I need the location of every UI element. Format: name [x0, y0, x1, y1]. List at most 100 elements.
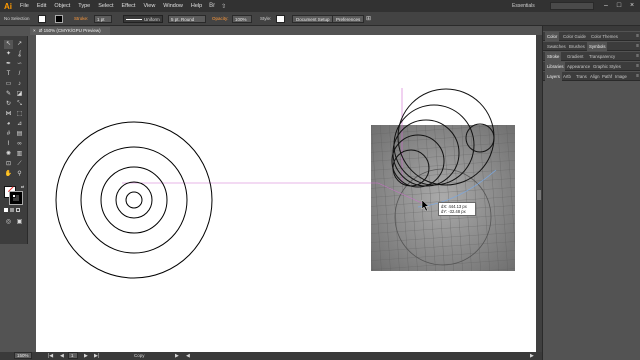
pen-tool-icon[interactable]: ✒: [4, 60, 13, 69]
minimize-icon[interactable]: –: [600, 1, 612, 11]
tab-image-trace[interactable]: Image: [613, 72, 629, 81]
menu-effect[interactable]: Effect: [118, 3, 140, 9]
prev-artboard-icon[interactable]: ◀: [60, 352, 64, 360]
maximize-icon[interactable]: □: [613, 1, 625, 11]
menu-edit[interactable]: Edit: [33, 3, 50, 9]
eraser-tool-icon[interactable]: ◪: [15, 90, 24, 99]
scale-tool-icon[interactable]: ⤡: [15, 100, 24, 109]
artboard-tool-icon[interactable]: ⊡: [4, 160, 13, 169]
document-tab[interactable]: × Ø 150% (CMYK/GPU Preview): [30, 27, 110, 35]
status-menu-icon[interactable]: ▶: [175, 352, 179, 360]
none-mode-icon[interactable]: [16, 208, 20, 212]
tab-libraries[interactable]: Libraries: [545, 62, 566, 71]
panel-menu-icon[interactable]: ≡: [636, 62, 639, 71]
tab-stroke[interactable]: Stroke: [545, 52, 562, 61]
search-input[interactable]: [550, 2, 594, 10]
mesh-tool-icon[interactable]: #: [4, 130, 13, 139]
menu-select[interactable]: Select: [94, 3, 117, 9]
rotate-tool-icon[interactable]: ↻: [4, 100, 13, 109]
circle-small[interactable]: [115, 181, 153, 219]
hand-tool-icon[interactable]: ✋: [4, 170, 13, 179]
tab-transparency[interactable]: Transparency: [587, 52, 617, 61]
line-tool-icon[interactable]: /: [15, 70, 24, 79]
tab-color-guide[interactable]: Color Guide: [561, 32, 588, 41]
brush-definition[interactable]: 5 pt. Round: [168, 15, 206, 23]
close-icon[interactable]: ×: [626, 1, 638, 11]
stroke-swatch[interactable]: [55, 15, 63, 23]
arrange-icon[interactable]: ⊞: [366, 15, 371, 23]
circle-medium[interactable]: [100, 166, 168, 234]
perspective-grid-tool-icon[interactable]: ⊿: [15, 120, 24, 129]
tab-color[interactable]: Color: [545, 32, 560, 41]
lasso-tool-icon[interactable]: ʆ: [15, 50, 24, 59]
blend-tool-icon[interactable]: ∞: [15, 140, 24, 149]
menu-type[interactable]: Type: [74, 3, 94, 9]
rectangle-tool-icon[interactable]: ▭: [4, 80, 13, 89]
bridge-icon[interactable]: Br: [209, 3, 215, 9]
hscroll-right-icon[interactable]: ▶: [530, 352, 534, 360]
tab-pathfinder[interactable]: Pathf: [600, 72, 614, 81]
variable-width-profile[interactable]: Uniform: [123, 15, 163, 23]
tab-close-icon[interactable]: ×: [33, 28, 36, 33]
next-artboard-icon[interactable]: ▶: [84, 352, 88, 360]
opacity-field[interactable]: 100%: [232, 15, 252, 23]
tab-transform[interactable]: Trans: [574, 72, 589, 81]
stroke-color-icon[interactable]: [9, 191, 23, 205]
draw-mode-icon[interactable]: ◎: [4, 218, 13, 227]
menu-help[interactable]: Help: [187, 3, 206, 9]
menu-object[interactable]: Object: [50, 3, 74, 9]
menu-view[interactable]: View: [139, 3, 159, 9]
curvature-tool-icon[interactable]: ∽: [15, 60, 24, 69]
panel-menu-icon[interactable]: ≡: [636, 42, 639, 51]
last-artboard-icon[interactable]: ▶|: [94, 352, 99, 360]
column-graph-tool-icon[interactable]: ▥: [15, 150, 24, 159]
zoom-field[interactable]: 150%: [14, 352, 32, 359]
stroke-label[interactable]: Stroke:: [74, 15, 88, 23]
status-mode-label[interactable]: Copy: [134, 352, 145, 360]
symbol-sprayer-tool-icon[interactable]: ✺: [4, 150, 13, 159]
tab-gradient[interactable]: Gradient: [565, 52, 585, 61]
document-setup-button[interactable]: Document Setup: [292, 15, 334, 23]
tab-symbols[interactable]: Symbols: [587, 42, 608, 51]
shaper-tool-icon[interactable]: ✎: [4, 90, 13, 99]
workspace-switcher[interactable]: Essentials: [512, 3, 535, 9]
tab-swatches[interactable]: Swatches: [545, 42, 568, 51]
tab-graphic-styles[interactable]: Graphic Styles: [591, 62, 623, 71]
slice-tool-icon[interactable]: ⟋: [15, 160, 24, 169]
panel-menu-icon[interactable]: ≡: [636, 72, 639, 81]
first-artboard-icon[interactable]: |◀: [48, 352, 53, 360]
width-tool-icon[interactable]: ⋈: [4, 110, 13, 119]
swap-fill-stroke-icon[interactable]: ⇄: [18, 182, 27, 191]
hscroll-left-icon[interactable]: ◀: [186, 352, 190, 360]
color-mode-icon[interactable]: [4, 208, 8, 212]
menu-window[interactable]: Window: [159, 3, 187, 9]
stroke-weight-field[interactable]: 1 pt: [94, 15, 112, 23]
gradient-tool-icon[interactable]: ▤: [15, 130, 24, 139]
tab-appearance[interactable]: Appearance: [565, 62, 592, 71]
tab-artboards[interactable]: Artb: [561, 72, 573, 81]
tab-layers[interactable]: Layers: [545, 72, 562, 81]
tab-color-themes[interactable]: Color Themes: [589, 32, 620, 41]
circle-outer[interactable]: [55, 121, 213, 279]
paintbrush-tool-icon[interactable]: ♪: [15, 80, 24, 89]
gpu-performance-icon[interactable]: ⇧: [221, 3, 226, 10]
gradient-mode-icon[interactable]: [10, 208, 14, 212]
tab-brushes[interactable]: Brushes: [567, 42, 587, 51]
artboard-number-field[interactable]: 1: [68, 352, 78, 359]
menu-file[interactable]: File: [16, 3, 33, 9]
selection-tool-icon[interactable]: ↖: [4, 40, 13, 49]
eyedropper-tool-icon[interactable]: ⌇: [4, 140, 13, 149]
circle-inner[interactable]: [125, 191, 143, 209]
vertical-scroll-thumb[interactable]: [537, 190, 541, 200]
free-transform-tool-icon[interactable]: ⬚: [15, 110, 24, 119]
fill-swatch[interactable]: [38, 15, 46, 23]
opacity-label[interactable]: Opacity:: [212, 15, 229, 23]
shape-builder-tool-icon[interactable]: ◕: [4, 120, 13, 129]
panel-menu-icon[interactable]: ≡: [636, 32, 639, 41]
direct-selection-tool-icon[interactable]: ↗: [15, 40, 24, 49]
canvas[interactable]: dX: 444.13 px dY: -32.48 px: [28, 35, 536, 352]
graphic-style-swatch[interactable]: [276, 15, 285, 23]
magic-wand-tool-icon[interactable]: ✦: [4, 50, 13, 59]
preferences-button[interactable]: Preferences: [332, 15, 365, 23]
screen-mode-icon[interactable]: ▣: [15, 218, 24, 227]
